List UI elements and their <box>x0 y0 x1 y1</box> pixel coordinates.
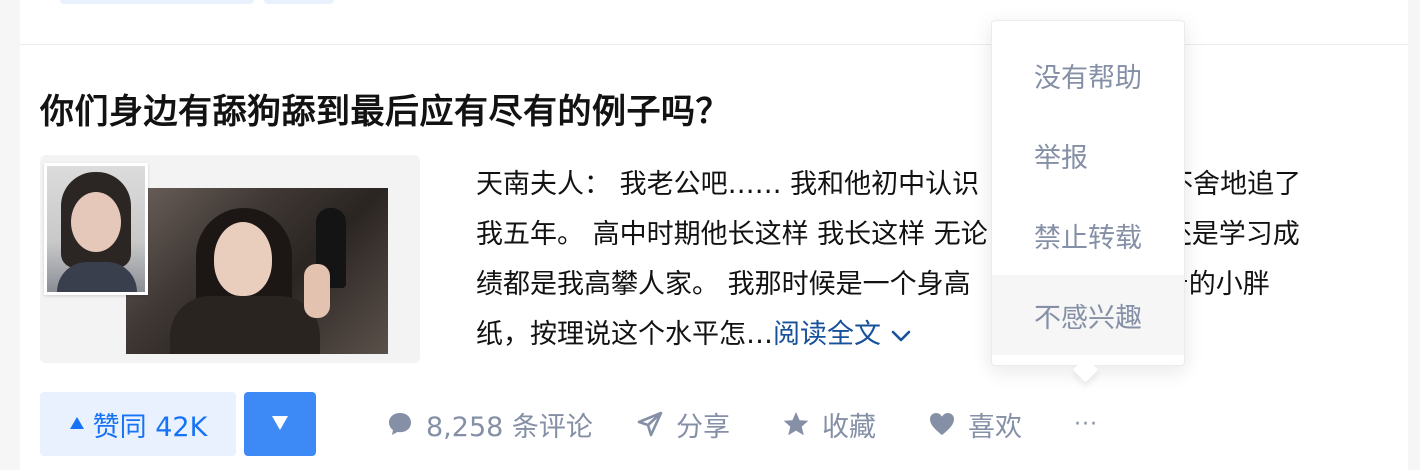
inset-photo-inner <box>47 166 145 292</box>
like-label: 喜欢 <box>968 411 1022 443</box>
favorite-label: 收藏 <box>822 411 876 443</box>
more-options-menu: 没有帮助 举报 禁止转载 不感兴趣 <box>991 20 1185 366</box>
excerpt-line: 纸，按理说这个水平怎…阅读全文 <box>476 310 1376 362</box>
previous-upvote-button[interactable] <box>60 0 254 4</box>
excerpt-line: 绩都是我高攀人家。 我那时候是一个身高 5斤的小胖 <box>476 260 1376 310</box>
share-label: 分享 <box>676 411 730 443</box>
menu-item-report[interactable]: 举报 <box>992 115 1184 195</box>
excerpt-text: 绩都是我高攀人家。 我那时候是一个身高 <box>476 269 971 300</box>
upvote-button[interactable]: 赞同 42K <box>40 392 236 456</box>
menu-item-not-interested[interactable]: 不感兴趣 <box>992 275 1184 355</box>
excerpt-line: 天南夫人： 我老公吧…… 我和他初中认识 而不舍地追了 <box>476 160 1376 210</box>
thumbnail-main-photo <box>126 188 388 354</box>
menu-item-label: 没有帮助 <box>1034 62 1142 94</box>
excerpt-line: 我五年。 高中时期他长这样 我长这样 无论 境还是学习成 <box>476 210 1376 260</box>
heart-icon <box>928 410 956 438</box>
ellipsis-icon: ··· <box>1074 411 1098 437</box>
photo-hand <box>304 264 330 318</box>
menu-item-label: 不感兴趣 <box>1034 302 1142 334</box>
previous-downvote-button[interactable] <box>264 0 334 4</box>
share-button[interactable]: 分享 <box>636 392 730 456</box>
comment-bubble-icon <box>386 410 414 438</box>
upvote-label: 赞同 42K <box>92 411 208 443</box>
inset-face <box>71 192 121 252</box>
inset-collar <box>57 262 137 292</box>
menu-item-not-helpful[interactable]: 没有帮助 <box>992 35 1184 115</box>
triangle-down-icon <box>271 412 289 436</box>
menu-item-label: 举报 <box>1034 142 1088 174</box>
menu-item-label: 禁止转载 <box>1034 222 1142 254</box>
read-more-label: 阅读全文 <box>773 319 881 350</box>
downvote-button[interactable] <box>244 392 316 456</box>
card-divider <box>20 44 1408 45</box>
photo-body <box>170 296 320 354</box>
favorite-button[interactable]: 收藏 <box>782 392 876 456</box>
more-options-button[interactable]: ··· <box>1074 392 1098 456</box>
excerpt-text: 纸，按理说这个水平怎… <box>476 319 773 350</box>
read-more-link[interactable]: 阅读全文 <box>773 319 911 350</box>
excerpt-text: 我五年。 高中时期他长这样 我长这样 无论 <box>476 219 988 250</box>
question-title[interactable]: 你们身边有舔狗舔到最后应有尽有的例子吗？ <box>40 84 730 133</box>
thumbnail-inset-photo <box>44 163 148 295</box>
paper-plane-icon <box>636 410 664 438</box>
triangle-up-icon <box>69 414 85 435</box>
chevron-down-icon <box>891 312 911 362</box>
like-button[interactable]: 喜欢 <box>928 392 1022 456</box>
comment-button[interactable]: 8,258 条评论 <box>386 392 593 456</box>
action-bar: 赞同 42K 8,258 条评论 分享 收藏 喜欢 ··· <box>40 392 1340 456</box>
star-icon <box>782 410 810 438</box>
menu-item-no-repost[interactable]: 禁止转载 <box>992 195 1184 275</box>
excerpt-text: 天南夫人： 我老公吧…… 我和他初中认识 <box>476 169 980 200</box>
answer-excerpt[interactable]: 天南夫人： 我老公吧…… 我和他初中认识 而不舍地追了 我五年。 高中时期他长这样… <box>476 160 1376 362</box>
comment-count-label: 8,258 条评论 <box>426 411 593 443</box>
answer-thumbnail[interactable] <box>40 155 420 363</box>
photo-face <box>214 222 272 296</box>
